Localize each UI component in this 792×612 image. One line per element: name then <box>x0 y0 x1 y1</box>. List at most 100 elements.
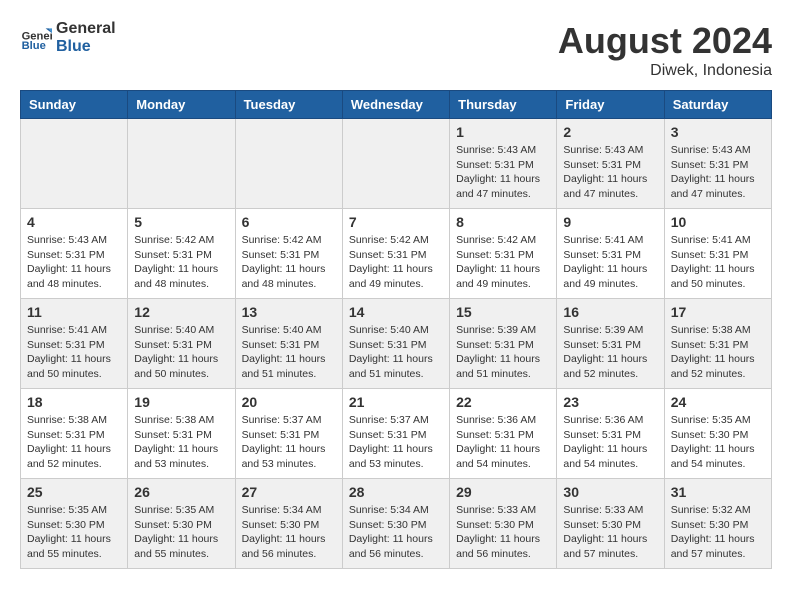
day-info: Sunrise: 5:38 AM Sunset: 5:31 PM Dayligh… <box>27 413 121 472</box>
day-info: Sunrise: 5:41 AM Sunset: 5:31 PM Dayligh… <box>27 323 121 382</box>
day-number: 12 <box>134 304 228 320</box>
day-number: 26 <box>134 484 228 500</box>
day-number: 9 <box>563 214 657 230</box>
day-info: Sunrise: 5:35 AM Sunset: 5:30 PM Dayligh… <box>27 503 121 562</box>
calendar-cell: 7 Sunrise: 5:42 AM Sunset: 5:31 PM Daylig… <box>342 209 449 299</box>
day-info: Sunrise: 5:39 AM Sunset: 5:31 PM Dayligh… <box>456 323 550 382</box>
day-info: Sunrise: 5:32 AM Sunset: 5:30 PM Dayligh… <box>671 503 765 562</box>
calendar-cell: 24 Sunrise: 5:35 AM Sunset: 5:30 PM Dayli… <box>664 389 771 479</box>
day-info: Sunrise: 5:41 AM Sunset: 5:31 PM Dayligh… <box>563 233 657 292</box>
day-number: 6 <box>242 214 336 230</box>
calendar-cell <box>128 119 235 209</box>
day-info: Sunrise: 5:34 AM Sunset: 5:30 PM Dayligh… <box>349 503 443 562</box>
day-number: 14 <box>349 304 443 320</box>
day-info: Sunrise: 5:39 AM Sunset: 5:31 PM Dayligh… <box>563 323 657 382</box>
calendar-cell: 2 Sunrise: 5:43 AM Sunset: 5:31 PM Daylig… <box>557 119 664 209</box>
calendar-cell: 11Sunrise: 5:41 AM Sunset: 5:31 PM Dayli… <box>21 299 128 389</box>
day-info: Sunrise: 5:43 AM Sunset: 5:31 PM Dayligh… <box>563 143 657 202</box>
day-number: 7 <box>349 214 443 230</box>
day-info: Sunrise: 5:38 AM Sunset: 5:31 PM Dayligh… <box>671 323 765 382</box>
day-info: Sunrise: 5:36 AM Sunset: 5:31 PM Dayligh… <box>563 413 657 472</box>
day-info: Sunrise: 5:33 AM Sunset: 5:30 PM Dayligh… <box>456 503 550 562</box>
logo-blue-text: Blue <box>56 38 116 56</box>
calendar-cell: 10Sunrise: 5:41 AM Sunset: 5:31 PM Dayli… <box>664 209 771 299</box>
calendar-cell <box>235 119 342 209</box>
calendar-cell: 3 Sunrise: 5:43 AM Sunset: 5:31 PM Daylig… <box>664 119 771 209</box>
header-day-saturday: Saturday <box>664 91 771 119</box>
day-info: Sunrise: 5:33 AM Sunset: 5:30 PM Dayligh… <box>563 503 657 562</box>
calendar-cell: 25 Sunrise: 5:35 AM Sunset: 5:30 PM Dayli… <box>21 479 128 569</box>
calendar-cell: 21Sunrise: 5:37 AM Sunset: 5:31 PM Dayli… <box>342 389 449 479</box>
calendar-cell: 13 Sunrise: 5:40 AM Sunset: 5:31 PM Dayli… <box>235 299 342 389</box>
day-number: 5 <box>134 214 228 230</box>
header-day-thursday: Thursday <box>450 91 557 119</box>
day-number: 30 <box>563 484 657 500</box>
logo-icon: General Blue <box>20 22 52 54</box>
svg-text:Blue: Blue <box>22 40 46 52</box>
day-number: 15 <box>456 304 550 320</box>
calendar-cell: 28 Sunrise: 5:34 AM Sunset: 5:30 PM Dayli… <box>342 479 449 569</box>
day-number: 31 <box>671 484 765 500</box>
week-row-1: 1 Sunrise: 5:43 AM Sunset: 5:31 PM Daylig… <box>21 119 772 209</box>
day-info: Sunrise: 5:35 AM Sunset: 5:30 PM Dayligh… <box>134 503 228 562</box>
calendar-cell: 22 Sunrise: 5:36 AM Sunset: 5:31 PM Dayli… <box>450 389 557 479</box>
day-number: 25 <box>27 484 121 500</box>
header-day-sunday: Sunday <box>21 91 128 119</box>
day-number: 20 <box>242 394 336 410</box>
header-day-tuesday: Tuesday <box>235 91 342 119</box>
title-block: August 2024 Diwek, Indonesia <box>558 20 772 80</box>
week-row-5: 25 Sunrise: 5:35 AM Sunset: 5:30 PM Dayli… <box>21 479 772 569</box>
day-info: Sunrise: 5:34 AM Sunset: 5:30 PM Dayligh… <box>242 503 336 562</box>
day-number: 2 <box>563 124 657 140</box>
day-info: Sunrise: 5:40 AM Sunset: 5:31 PM Dayligh… <box>242 323 336 382</box>
logo: General Blue General Blue <box>20 20 116 55</box>
day-number: 1 <box>456 124 550 140</box>
day-info: Sunrise: 5:42 AM Sunset: 5:31 PM Dayligh… <box>349 233 443 292</box>
calendar-cell: 17 Sunrise: 5:38 AM Sunset: 5:31 PM Dayli… <box>664 299 771 389</box>
calendar-cell: 4Sunrise: 5:43 AM Sunset: 5:31 PM Daylig… <box>21 209 128 299</box>
day-number: 17 <box>671 304 765 320</box>
calendar-cell: 31 Sunrise: 5:32 AM Sunset: 5:30 PM Dayli… <box>664 479 771 569</box>
week-row-3: 11Sunrise: 5:41 AM Sunset: 5:31 PM Dayli… <box>21 299 772 389</box>
day-number: 29 <box>456 484 550 500</box>
day-info: Sunrise: 5:35 AM Sunset: 5:30 PM Dayligh… <box>671 413 765 472</box>
calendar-cell: 8Sunrise: 5:42 AM Sunset: 5:31 PM Daylig… <box>450 209 557 299</box>
day-info: Sunrise: 5:36 AM Sunset: 5:31 PM Dayligh… <box>456 413 550 472</box>
day-info: Sunrise: 5:43 AM Sunset: 5:31 PM Dayligh… <box>27 233 121 292</box>
calendar-cell: 20 Sunrise: 5:37 AM Sunset: 5:31 PM Dayli… <box>235 389 342 479</box>
calendar-cell: 1Sunrise: 5:43 AM Sunset: 5:31 PM Daylig… <box>450 119 557 209</box>
calendar-cell: 30 Sunrise: 5:33 AM Sunset: 5:30 PM Dayli… <box>557 479 664 569</box>
day-number: 18 <box>27 394 121 410</box>
day-number: 3 <box>671 124 765 140</box>
day-number: 8 <box>456 214 550 230</box>
location: Diwek, Indonesia <box>558 62 772 80</box>
header-day-friday: Friday <box>557 91 664 119</box>
header-day-wednesday: Wednesday <box>342 91 449 119</box>
day-number: 13 <box>242 304 336 320</box>
logo-general-text: General <box>56 20 116 38</box>
calendar-cell: 15 Sunrise: 5:39 AM Sunset: 5:31 PM Dayli… <box>450 299 557 389</box>
calendar-cell: 5Sunrise: 5:42 AM Sunset: 5:31 PM Daylig… <box>128 209 235 299</box>
calendar-table: SundayMondayTuesdayWednesdayThursdayFrid… <box>20 90 772 569</box>
week-row-2: 4Sunrise: 5:43 AM Sunset: 5:31 PM Daylig… <box>21 209 772 299</box>
day-number: 19 <box>134 394 228 410</box>
calendar-cell: 23Sunrise: 5:36 AM Sunset: 5:31 PM Dayli… <box>557 389 664 479</box>
day-info: Sunrise: 5:42 AM Sunset: 5:31 PM Dayligh… <box>242 233 336 292</box>
calendar-cell <box>342 119 449 209</box>
calendar-cell: 27 Sunrise: 5:34 AM Sunset: 5:30 PM Dayli… <box>235 479 342 569</box>
calendar-cell: 14Sunrise: 5:40 AM Sunset: 5:31 PM Dayli… <box>342 299 449 389</box>
month-year: August 2024 <box>558 20 772 62</box>
day-number: 21 <box>349 394 443 410</box>
day-number: 22 <box>456 394 550 410</box>
day-number: 27 <box>242 484 336 500</box>
day-number: 24 <box>671 394 765 410</box>
day-number: 28 <box>349 484 443 500</box>
calendar-cell: 9 Sunrise: 5:41 AM Sunset: 5:31 PM Daylig… <box>557 209 664 299</box>
day-info: Sunrise: 5:41 AM Sunset: 5:31 PM Dayligh… <box>671 233 765 292</box>
day-info: Sunrise: 5:37 AM Sunset: 5:31 PM Dayligh… <box>242 413 336 472</box>
day-info: Sunrise: 5:43 AM Sunset: 5:31 PM Dayligh… <box>671 143 765 202</box>
header-day-monday: Monday <box>128 91 235 119</box>
calendar-cell: 29 Sunrise: 5:33 AM Sunset: 5:30 PM Dayli… <box>450 479 557 569</box>
header-row: SundayMondayTuesdayWednesdayThursdayFrid… <box>21 91 772 119</box>
calendar-cell: 6 Sunrise: 5:42 AM Sunset: 5:31 PM Daylig… <box>235 209 342 299</box>
